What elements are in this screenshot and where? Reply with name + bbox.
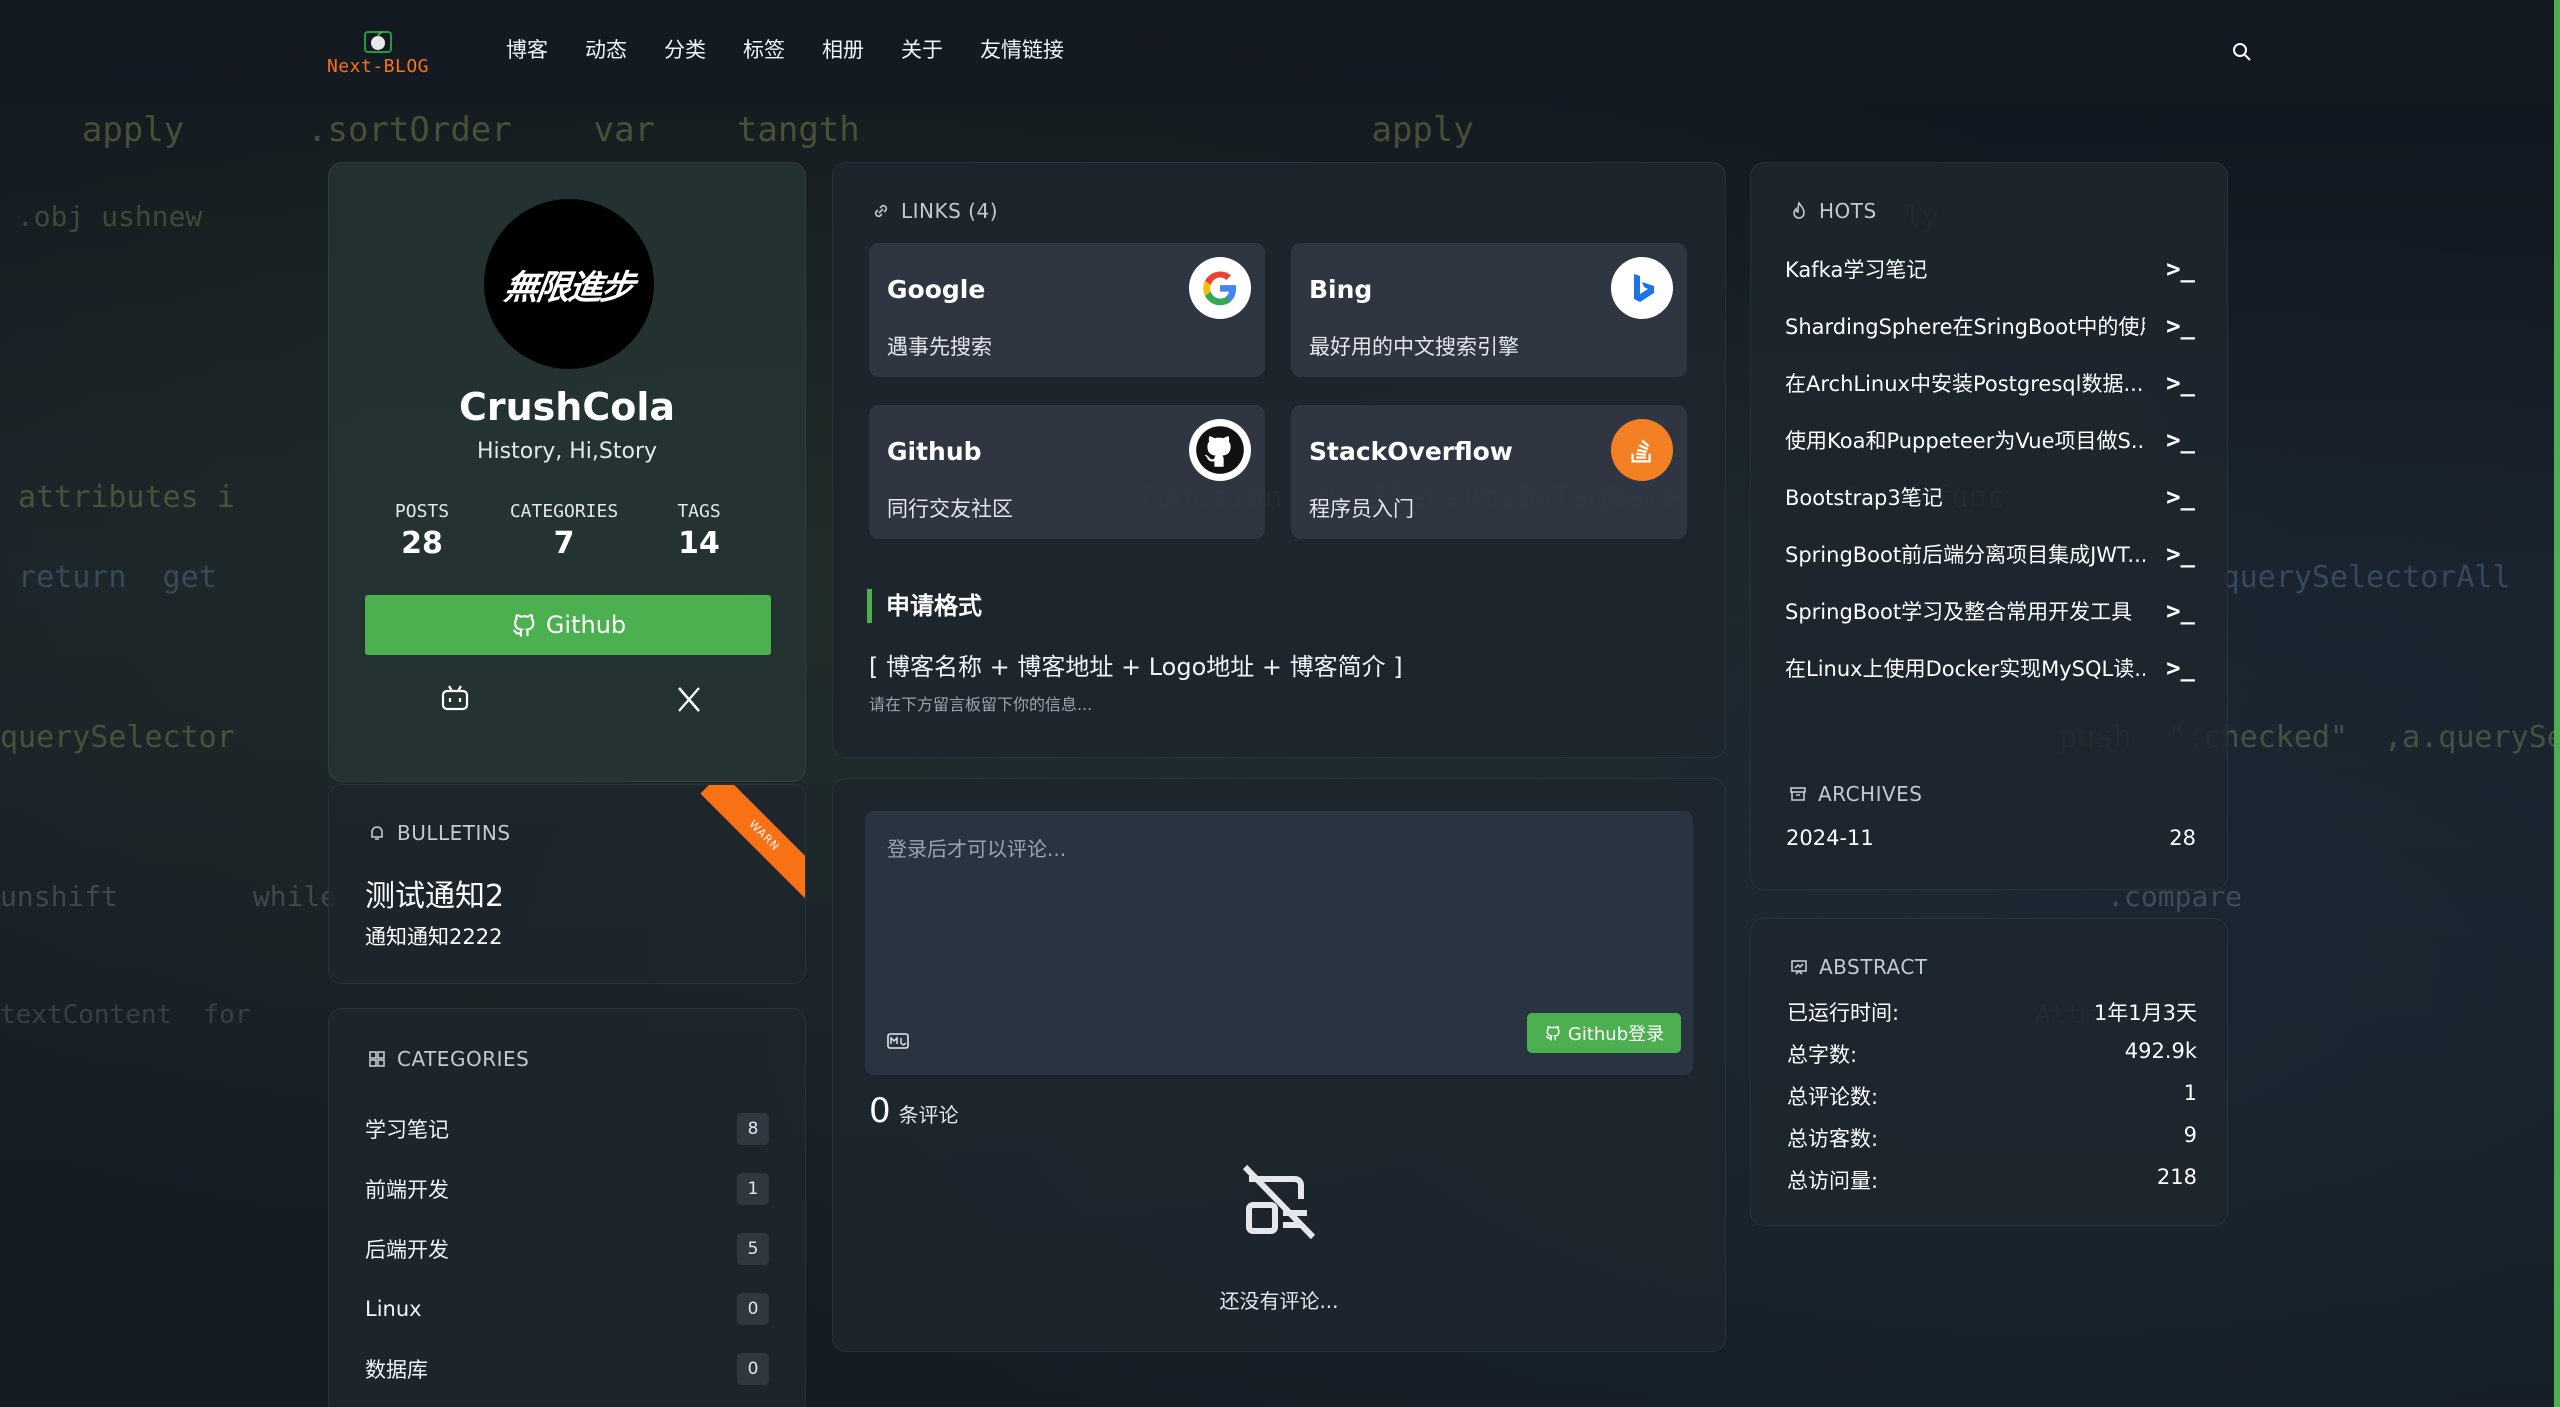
hot-post-item[interactable]: 在ArchLinux中安装Postgresql数据... >_: [1785, 365, 2195, 401]
abstract-card: ABSTRACT 已运行时间: 1年1月3天 总字数: 492.9k 总评论数: 1 …: [1750, 918, 2228, 1226]
hot-post-item[interactable]: 使用Koa和Puppeteer为Vue项目做S... >_: [1785, 422, 2195, 458]
nav-item-categories[interactable]: 分类: [664, 34, 706, 64]
nav-item-blog[interactable]: 博客: [506, 34, 548, 64]
apply-format-heading: 申请格式: [867, 589, 982, 623]
archive-item[interactable]: 2024-11 28: [1786, 826, 2196, 850]
apply-format-text: [ 博客名称 + 博客地址 + Logo地址 + 博客简介 ]: [869, 653, 1403, 681]
stat-tags[interactable]: TAGS 14: [669, 501, 729, 561]
bulletins-card: BULLETINS WARN 测试通知2 通知通知2222: [328, 784, 806, 984]
google-icon: [1189, 257, 1251, 319]
category-item[interactable]: 后端开发 5: [365, 1229, 769, 1269]
category-item[interactable]: 学习笔记 8: [365, 1109, 769, 1149]
github-login-button[interactable]: Github登录: [1527, 1013, 1681, 1053]
top-navbar: Next-BLOG 博客 动态 分类 标签 相册 关于 友情链接: [0, 0, 2560, 104]
nav-item-links[interactable]: 友情链接: [980, 34, 1064, 64]
abstract-title: ABSTRACT: [1789, 955, 1928, 979]
link-card-stackoverflow[interactable]: StackOverflow 程序员入门: [1291, 405, 1687, 539]
site-brand: Next-BLOG: [326, 56, 430, 77]
apple-logo-icon: [363, 28, 393, 56]
category-item[interactable]: 数据库 0: [365, 1349, 769, 1389]
comment-editor: Github登录: [865, 811, 1693, 1075]
link-icon: [874, 204, 888, 218]
site-logo[interactable]: Next-BLOG: [316, 28, 440, 90]
bulletins-title: BULLETINS: [367, 821, 511, 845]
categories-card: CATEGORIES 学习笔记 8 前端开发 1 后端开发 5 Linux 0 数据库 0: [328, 1008, 806, 1407]
github-button[interactable]: Github: [365, 595, 771, 655]
bing-icon: [1611, 257, 1673, 319]
archives-title: ARCHIVES: [1788, 782, 1923, 806]
no-comments-text: 还没有评论...: [1219, 1289, 1339, 1313]
bell-icon: [371, 826, 383, 840]
markdown-icon[interactable]: [887, 1033, 909, 1049]
search-icon[interactable]: [2230, 40, 2254, 64]
comment-count: 0 条评论: [869, 1091, 959, 1131]
hot-post-item[interactable]: Kafka学习笔记 >_: [1785, 251, 2195, 287]
link-card-google[interactable]: Google 遇事先搜索: [869, 243, 1265, 377]
grid-icon: [369, 1051, 385, 1067]
abstract-row-comments: 总评论数: 1: [1787, 1081, 2197, 1109]
links-card: LINKS (4) Google 遇事先搜索 Bing 最好用的中文搜索引擎 G…: [832, 162, 1726, 758]
category-item[interactable]: 前端开发 1: [365, 1169, 769, 1209]
nav-item-album[interactable]: 相册: [822, 34, 864, 64]
abstract-row-uptime: 已运行时间: 1年1月3天: [1787, 1001, 2197, 1025]
stackoverflow-icon: [1611, 419, 1673, 481]
comment-input[interactable]: [865, 811, 1693, 1011]
nav-item-tags[interactable]: 标签: [743, 34, 785, 64]
profile-motto: History, Hi,Story: [476, 439, 658, 464]
page-scrollbar[interactable]: [2554, 0, 2560, 1407]
hot-post-item[interactable]: ShardingSphere在SringBoot中的使用 >_: [1785, 308, 2195, 344]
no-comments-icon: [1235, 1157, 1323, 1245]
nav-item-moments[interactable]: 动态: [585, 34, 627, 64]
category-item[interactable]: Linux 0: [365, 1289, 769, 1329]
bulletin-body: 通知通知2222: [365, 925, 503, 949]
bilibili-icon[interactable]: [437, 681, 473, 717]
archive-icon: [1790, 787, 1806, 801]
abstract-row-words: 总字数: 492.9k: [1787, 1039, 2197, 1067]
apply-hint: 请在下方留言板留下你的信息...: [869, 695, 1093, 714]
link-card-github[interactable]: Github 同行交友社区: [869, 405, 1265, 539]
x-twitter-icon[interactable]: [671, 681, 707, 717]
chart-board-icon: [1791, 960, 1807, 975]
hot-post-item[interactable]: SpringBoot学习及整合常用开发工具 >_: [1785, 593, 2195, 629]
github-icon: [1545, 1025, 1560, 1041]
github-icon: [1189, 419, 1251, 481]
stat-categories[interactable]: CATEGORIES 7: [499, 501, 629, 561]
warn-ribbon: WARN: [700, 785, 805, 900]
hots-title: HOTS: [1789, 199, 1877, 223]
github-icon: [512, 614, 535, 637]
stat-posts[interactable]: POSTS 28: [385, 501, 459, 561]
categories-title: CATEGORIES: [367, 1047, 529, 1071]
profile-card: 無限進步 CrushCola History, Hi,Story POSTS 2…: [328, 162, 806, 782]
fire-icon: [1793, 201, 1805, 219]
link-card-bing[interactable]: Bing 最好用的中文搜索引擎: [1291, 243, 1687, 377]
abstract-row-visitors: 总访客数: 9: [1787, 1123, 2197, 1151]
hot-post-item[interactable]: 在Linux上使用Docker实现MySQL读... >_: [1785, 650, 2195, 686]
avatar: 無限進步: [484, 199, 654, 369]
hot-post-item[interactable]: SpringBoot前后端分离项目集成JWT... >_: [1785, 536, 2195, 572]
nav-item-about[interactable]: 关于: [901, 34, 943, 64]
archives-card: ARCHIVES 2024-11 28: [1750, 758, 2228, 888]
abstract-row-views: 总访问量: 218: [1787, 1165, 2197, 1193]
bulletin-title: 测试通知2: [365, 879, 505, 914]
links-title: LINKS (4): [871, 199, 998, 223]
profile-name: CrushCola: [458, 385, 675, 429]
hot-post-item[interactable]: Bootstrap3笔记 >_: [1785, 479, 2195, 515]
main-nav: 博客 动态 分类 标签 相册 关于 友情链接: [506, 34, 1101, 64]
comments-card: Github登录 0 条评论 还没有评论...: [832, 778, 1726, 1352]
